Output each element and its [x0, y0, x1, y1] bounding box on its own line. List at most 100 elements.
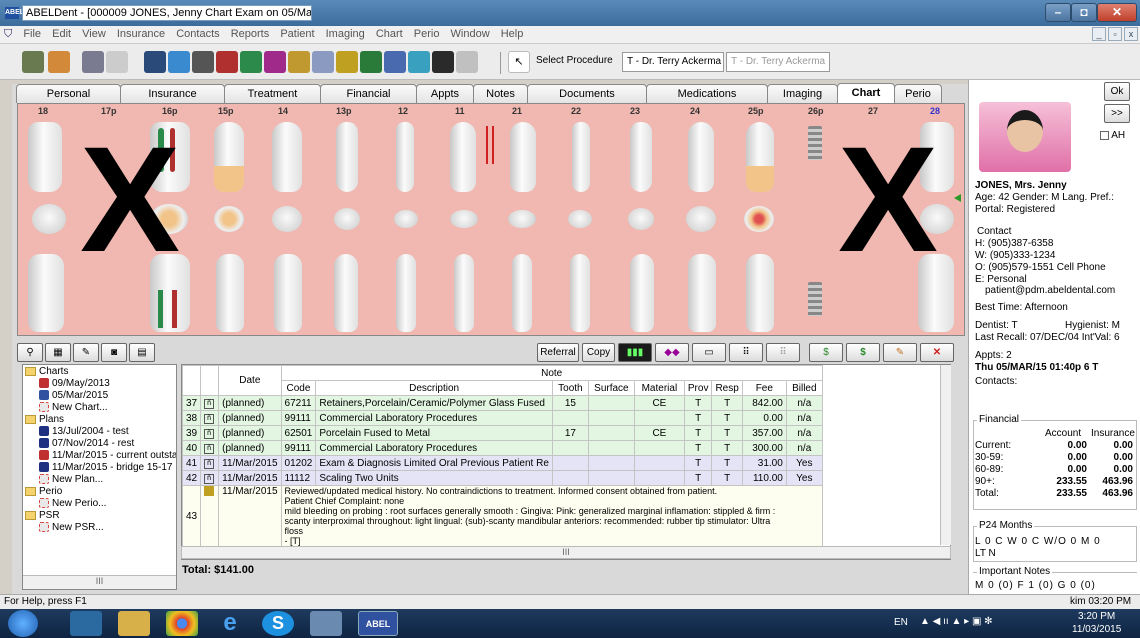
tab-chart[interactable]: Chart	[837, 83, 895, 104]
provider-select[interactable]: T - Dr. Terry Ackerma	[622, 52, 724, 72]
ledger-icon[interactable]	[216, 51, 238, 73]
chart-icon[interactable]	[264, 51, 286, 73]
menu-window[interactable]: Window	[447, 26, 494, 42]
delete-button[interactable]: ✕	[920, 343, 954, 362]
occlusal-18[interactable]	[32, 204, 66, 234]
chrome-icon[interactable]	[166, 611, 198, 636]
occlusal-14[interactable]	[272, 206, 302, 232]
recall-icon[interactable]	[360, 51, 382, 73]
tree-new-perio[interactable]: New Perio...	[39, 498, 106, 509]
lasso-icon[interactable]	[106, 51, 128, 73]
table-row[interactable]: 40 ñ (planned) 99111 Commercial Laboratory P…	[182, 440, 823, 456]
tooth-18[interactable]	[28, 122, 62, 192]
grid-vscroll[interactable]	[940, 365, 951, 545]
ok-button[interactable]: Ok	[1104, 82, 1130, 101]
maximize-button[interactable]: ◘	[1071, 3, 1097, 22]
col-prov[interactable]: Prov	[683, 380, 713, 396]
occlusal-25[interactable]	[744, 206, 774, 232]
table-row[interactable]: 38 ñ (planned) 99111 Commercial Laboratory P…	[182, 410, 823, 426]
grid-view-button[interactable]: ▦	[45, 343, 71, 362]
menu-perio[interactable]: Perio	[410, 26, 444, 42]
media-player-icon[interactable]	[70, 611, 102, 636]
occlusal-12[interactable]	[394, 210, 418, 228]
clock-time[interactable]: 3:20 PM	[1078, 611, 1115, 622]
imaging-icon[interactable]	[432, 51, 454, 73]
document-icon[interactable]	[82, 51, 104, 73]
next-button[interactable]: >>	[1104, 104, 1130, 123]
tooth-13[interactable]	[336, 122, 358, 192]
menu-insurance[interactable]: Insurance	[113, 26, 169, 42]
col-date[interactable]: Date	[218, 365, 282, 396]
fee-button[interactable]: $	[846, 343, 880, 362]
col-description[interactable]: Description	[315, 380, 553, 396]
edit-icon[interactable]	[312, 51, 334, 73]
tooth-45[interactable]	[216, 254, 244, 332]
table-row[interactable]: 39 ñ (planned) 62501 Porcelain Fused to Meta…	[182, 425, 823, 441]
tree-plan-item[interactable]: 11/Mar/2015 - bridge 15-17	[39, 462, 172, 473]
tooth-43[interactable]	[334, 254, 358, 332]
internet-explorer-icon[interactable]: e	[214, 611, 246, 636]
menu-chart[interactable]: Chart	[372, 26, 407, 42]
occlusal-22[interactable]	[568, 210, 592, 228]
occlusal-21[interactable]	[508, 210, 536, 228]
print-chart-button[interactable]: ▤	[129, 343, 155, 362]
menu-patient[interactable]: Patient	[276, 26, 318, 42]
tree-new-plan[interactable]: New Plan...	[39, 474, 103, 485]
tree-plan-item[interactable]: 11/Mar/2015 - current outstar	[39, 450, 176, 461]
tooth-23[interactable]	[630, 122, 652, 192]
tooth-24[interactable]	[688, 122, 714, 192]
menu-edit[interactable]: Edit	[48, 26, 75, 42]
note-row[interactable]: 43 11/Mar/2015 Reviewed/updated medical hi…	[182, 485, 823, 548]
tooth-33[interactable]	[630, 254, 654, 332]
tree-plans[interactable]: Plans	[25, 414, 64, 425]
mdi-restore-button[interactable]: ▫	[1108, 27, 1122, 41]
tooth-21[interactable]	[510, 122, 536, 192]
car-icon[interactable]	[144, 51, 166, 73]
occlusal-11[interactable]	[450, 210, 478, 228]
tooth-12[interactable]	[396, 122, 414, 192]
skype-icon[interactable]: S	[262, 611, 294, 636]
start-button[interactable]	[8, 610, 38, 637]
tooth-11[interactable]	[450, 122, 476, 192]
abeldent-taskbar-icon[interactable]: ABEL	[358, 611, 398, 636]
table-row[interactable]: 42 ñ 11/Mar/2015 11112 Scaling Two Units T T 11…	[182, 470, 823, 486]
mdi-close-button[interactable]: x	[1124, 27, 1138, 41]
filter-button[interactable]: ⚲	[17, 343, 43, 362]
tab-financial[interactable]: Financial	[320, 84, 417, 103]
arrow-icon[interactable]	[408, 51, 430, 73]
tab-documents[interactable]: Documents	[527, 84, 647, 103]
tooth-48[interactable]	[28, 254, 64, 332]
money-icon[interactable]	[240, 51, 262, 73]
tooth-icon[interactable]	[288, 51, 310, 73]
tree-chart-item[interactable]: 09/May/2013	[39, 378, 110, 389]
table-row[interactable]: 41 ñ 11/Mar/2015 01202 Exam & Diagnosis Limi…	[182, 455, 823, 471]
dentition-alt-button[interactable]: ⠿	[766, 343, 800, 362]
tab-medications[interactable]: Medications	[646, 84, 768, 103]
tooth-35[interactable]	[746, 254, 774, 332]
bridge-button[interactable]: ◆◆	[655, 343, 689, 362]
close-button[interactable]: ✕	[1097, 3, 1137, 22]
referral-button[interactable]: Referral	[537, 343, 579, 362]
clock-date[interactable]: 11/03/2015	[1072, 624, 1121, 635]
letter-icon[interactable]	[384, 51, 406, 73]
app-icon-taskbar[interactable]	[310, 611, 342, 636]
menu-help[interactable]: Help	[497, 26, 528, 42]
printer-icon[interactable]	[192, 51, 214, 73]
occlusal-15[interactable]	[214, 206, 244, 232]
tooth-31[interactable]	[512, 254, 532, 332]
email-address[interactable]: patient@pdm.abeldental.com	[985, 285, 1115, 296]
col-resp[interactable]: Resp	[711, 380, 743, 396]
tooth-42[interactable]	[396, 254, 416, 332]
tab-appts[interactable]: Appts	[416, 84, 474, 103]
image-button[interactable]: ▭	[692, 343, 726, 362]
menu-imaging[interactable]: Imaging	[322, 26, 369, 42]
occlusal-24[interactable]	[686, 206, 716, 232]
pencil-button[interactable]: ✎	[883, 343, 917, 362]
family-icon[interactable]	[48, 51, 70, 73]
tooth-44[interactable]	[274, 254, 302, 332]
tooth-34[interactable]	[688, 254, 716, 332]
grid-hscroll[interactable]: III	[181, 546, 951, 559]
pointer-icon[interactable]: ↖	[508, 51, 530, 73]
tree-perio[interactable]: Perio	[25, 486, 62, 497]
patient-file-icon[interactable]	[22, 51, 44, 73]
